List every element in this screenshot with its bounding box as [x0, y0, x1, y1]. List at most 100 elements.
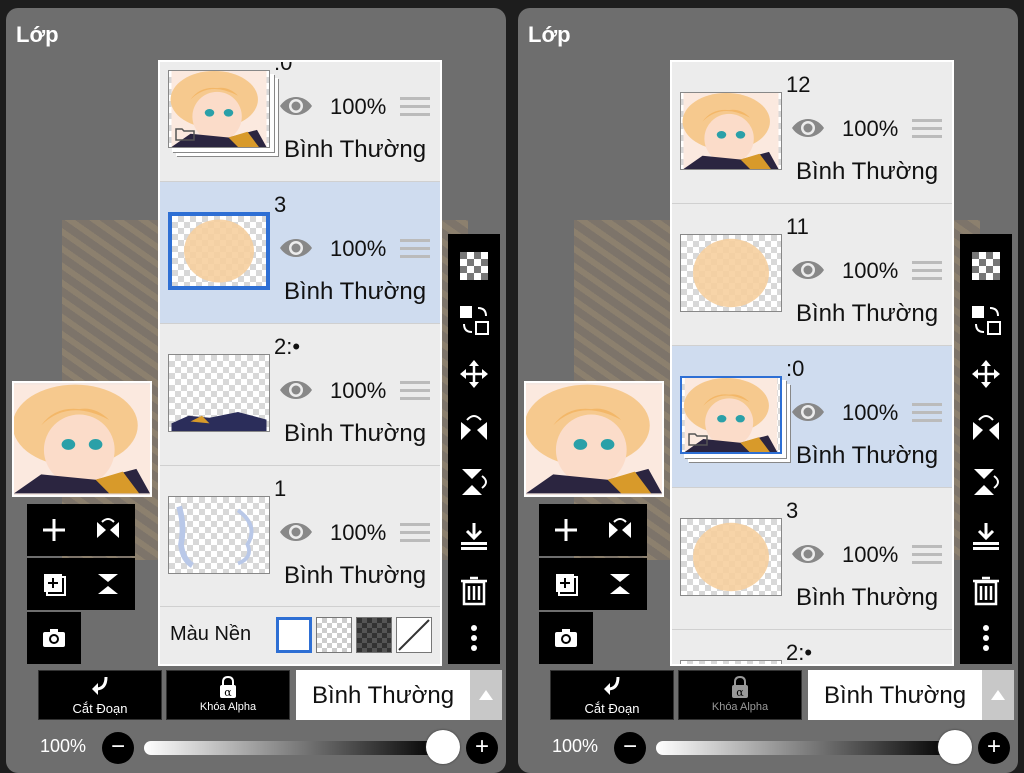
layer-name: :0 — [274, 60, 293, 75]
layer-transfer-button[interactable] — [448, 294, 500, 346]
layer-thumbnail — [168, 354, 270, 432]
layer-opacity-value: 100% — [40, 736, 87, 756]
layers-panel-left: Lớp :0 100% Bình Thường 3 100% Bình Thườ… — [6, 8, 506, 773]
rotate-icon — [98, 574, 118, 594]
eye-icon[interactable] — [790, 114, 826, 142]
merge-down-icon — [973, 523, 999, 550]
add-image-layer-button[interactable] — [27, 558, 81, 610]
layer-row[interactable]: :0 100% Bình Thường — [160, 60, 440, 182]
layer-transfer-button[interactable] — [960, 294, 1012, 346]
layer-opacity: 100% — [330, 520, 387, 545]
canvas-preview-thumbnail[interactable] — [524, 381, 664, 497]
merge-down-button[interactable] — [960, 510, 1012, 562]
more-button[interactable] — [448, 612, 500, 664]
layer-blend-mode: Bình Thường — [284, 278, 427, 305]
rotate-button[interactable] — [593, 558, 647, 610]
flip-horizontal-button[interactable] — [960, 402, 1012, 454]
camera-button[interactable] — [27, 612, 81, 664]
alpha-lock-button[interactable]: α Khóa Alpha — [678, 670, 802, 720]
clip-button[interactable]: Cắt Đoạn — [38, 670, 162, 720]
add-layer-button[interactable] — [27, 504, 81, 556]
opacity-increase-button[interactable]: + — [978, 732, 1010, 764]
drag-handle-icon[interactable] — [912, 544, 942, 566]
layers-panel-right: Lớp 12 100% Bình Thường 11 100% Bình Thư… — [518, 8, 1018, 773]
more-button[interactable] — [960, 612, 1012, 664]
layer-opacity-value: 100% — [552, 736, 599, 756]
layer-row[interactable]: 11 100% Bình Thường — [672, 204, 952, 346]
flip-horizontal-button[interactable] — [448, 402, 500, 454]
eye-icon[interactable] — [278, 234, 314, 262]
layer-row[interactable]: 2:• 100% Bình Thường — [160, 324, 440, 466]
add-layer-icon — [555, 519, 577, 541]
eye-icon[interactable] — [278, 92, 314, 120]
blend-mode-select[interactable]: Bình Thường — [808, 670, 982, 720]
drag-handle-icon[interactable] — [400, 522, 430, 544]
drag-handle-icon[interactable] — [400, 238, 430, 260]
bg-white-swatch[interactable] — [276, 617, 312, 653]
layer-row[interactable]: 1 100% Bình Thường — [160, 466, 440, 608]
camera-icon — [43, 629, 65, 647]
layer-row-selected[interactable]: :0 100% Bình Thường — [672, 346, 952, 488]
add-layer-button[interactable] — [539, 504, 593, 556]
drag-handle-icon[interactable] — [912, 260, 942, 282]
drag-handle-icon[interactable] — [912, 118, 942, 140]
clip-button[interactable]: Cắt Đoạn — [550, 670, 674, 720]
eye-icon[interactable] — [278, 376, 314, 404]
layer-row[interactable]: 3 100% Bình Thường — [672, 488, 952, 630]
opacity-decrease-button[interactable]: − — [614, 732, 646, 764]
transparency-button[interactable] — [960, 240, 1012, 292]
flip-vertical-button[interactable] — [448, 456, 500, 508]
bg-dark-swatch[interactable] — [356, 617, 392, 653]
clip-arrow-icon — [92, 676, 108, 695]
drag-handle-icon[interactable] — [400, 380, 430, 402]
delete-layer-button[interactable] — [448, 564, 500, 616]
eye-icon[interactable] — [790, 398, 826, 426]
background-label: Màu Nền — [170, 623, 252, 645]
opacity-decrease-button[interactable]: − — [102, 732, 134, 764]
alpha-lock-button[interactable]: α Khóa Alpha — [166, 670, 290, 720]
flip-vertical-icon — [974, 469, 999, 495]
layer-blend-mode: Bình Thường — [284, 562, 427, 589]
layer-row-selected[interactable]: 3 100% Bình Thường — [160, 182, 440, 324]
flip-horizontal-icon — [973, 415, 999, 440]
bg-transparent-swatch[interactable] — [316, 617, 352, 653]
folder-icon — [175, 127, 195, 141]
opacity-slider[interactable] — [144, 741, 440, 755]
eye-icon[interactable] — [790, 256, 826, 284]
opacity-slider-knob[interactable] — [426, 730, 460, 764]
rotate-button[interactable] — [81, 558, 135, 610]
layer-row[interactable]: 2:• — [672, 630, 952, 664]
blend-mode-dropdown-button[interactable] — [982, 670, 1014, 720]
move-icon — [972, 360, 1000, 388]
blend-mode-dropdown-button[interactable] — [470, 670, 502, 720]
blend-mode-select[interactable]: Bình Thường — [296, 670, 470, 720]
transparency-button[interactable] — [448, 240, 500, 292]
layer-opacity: 100% — [330, 378, 387, 403]
camera-button[interactable] — [539, 612, 593, 664]
add-image-layer-button[interactable] — [539, 558, 593, 610]
flip-button[interactable] — [593, 504, 647, 556]
drag-handle-icon[interactable] — [912, 402, 942, 424]
bg-none-swatch[interactable] — [396, 617, 432, 653]
flip-button[interactable] — [81, 504, 135, 556]
move-button[interactable] — [448, 348, 500, 400]
move-button[interactable] — [960, 348, 1012, 400]
svg-text:α: α — [224, 686, 232, 699]
canvas-preview-thumbnail[interactable] — [12, 381, 152, 497]
eye-icon[interactable] — [278, 518, 314, 546]
merge-down-button[interactable] — [448, 510, 500, 562]
trash-icon — [973, 576, 999, 606]
layer-tool-grid — [27, 504, 135, 664]
eye-icon[interactable] — [790, 540, 826, 568]
opacity-slider-knob[interactable] — [938, 730, 972, 764]
delete-layer-button[interactable] — [960, 564, 1012, 616]
opacity-slider[interactable] — [656, 741, 952, 755]
layer-row[interactable]: 12 100% Bình Thường — [672, 62, 952, 204]
drag-handle-icon[interactable] — [400, 96, 430, 118]
opacity-increase-button[interactable]: + — [466, 732, 498, 764]
layer-blend-mode: Bình Thường — [796, 300, 939, 327]
layer-list[interactable]: :0 100% Bình Thường 3 100% Bình Thường 2… — [158, 60, 442, 666]
layer-list[interactable]: 12 100% Bình Thường 11 100% Bình Thường … — [670, 60, 954, 666]
flip-vertical-button[interactable] — [960, 456, 1012, 508]
background-color-row: Màu Nền — [160, 606, 440, 664]
